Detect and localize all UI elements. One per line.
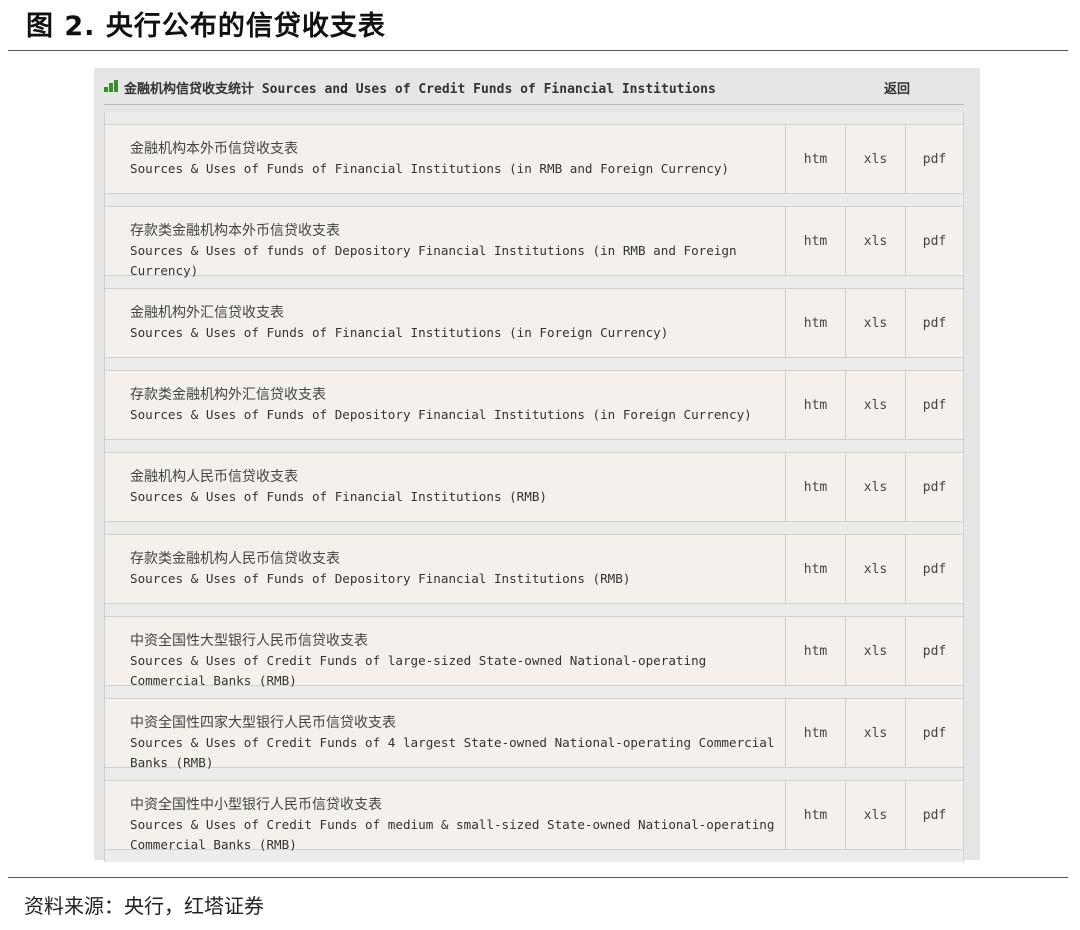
report-title-cn: 金融机构本外币信贷收支表	[130, 141, 298, 157]
report-description: 存款类金融机构外汇信贷收支表 Sources & Uses of Funds o…	[105, 371, 785, 439]
table-row: 金融机构本外币信贷收支表 Sources & Uses of Funds of …	[104, 124, 964, 194]
xls-link[interactable]: xls	[845, 781, 905, 849]
report-title-en: Sources & Uses of Funds of Depository Fi…	[130, 571, 631, 586]
table-row: 中资全国性大型银行人民币信贷收支表 Sources & Uses of Cred…	[104, 616, 964, 688]
table-row: 存款类金融机构外汇信贷收支表 Sources & Uses of Funds o…	[104, 370, 964, 440]
pdf-link[interactable]: pdf	[905, 289, 963, 357]
report-title-en: Sources & Uses of Funds of Financial Ins…	[130, 161, 729, 176]
report-title-en: Sources & Uses of Credit Funds of large-…	[130, 653, 707, 688]
pdf-link[interactable]: pdf	[905, 371, 963, 439]
htm-link[interactable]: htm	[785, 289, 845, 357]
row-gap	[104, 112, 964, 124]
panel-header: 金融机构信贷收支统计 Sources and Uses of Credit Fu…	[104, 68, 964, 105]
report-title-cn: 存款类金融机构本外币信贷收支表	[130, 223, 340, 239]
panel-title: 金融机构信贷收支统计 Sources and Uses of Credit Fu…	[124, 82, 716, 97]
row-gap	[104, 522, 964, 534]
report-title-cn: 中资全国性大型银行人民币信贷收支表	[130, 633, 368, 649]
report-title-en: Sources & Uses of funds of Depository Fi…	[130, 243, 737, 278]
report-title-en: Sources & Uses of Credit Funds of medium…	[130, 817, 775, 852]
report-description: 中资全国性中小型银行人民币信贷收支表 Sources & Uses of Cre…	[105, 781, 785, 852]
table-row: 中资全国性四家大型银行人民币信贷收支表 Sources & Uses of Cr…	[104, 698, 964, 770]
pdf-link[interactable]: pdf	[905, 207, 963, 275]
row-gap	[104, 604, 964, 616]
xls-link[interactable]: xls	[845, 617, 905, 685]
bar-chart-icon	[104, 80, 118, 92]
htm-link[interactable]: htm	[785, 125, 845, 193]
xls-link[interactable]: xls	[845, 207, 905, 275]
report-title-cn: 存款类金融机构外汇信贷收支表	[130, 387, 326, 403]
row-gap	[104, 194, 964, 206]
report-title-cn: 金融机构外汇信贷收支表	[130, 305, 284, 321]
report-title-cn: 金融机构人民币信贷收支表	[130, 469, 298, 485]
report-description: 中资全国性四家大型银行人民币信贷收支表 Sources & Uses of Cr…	[105, 699, 785, 770]
xls-link[interactable]: xls	[845, 535, 905, 603]
table-row: 中资全国性中小型银行人民币信贷收支表 Sources & Uses of Cre…	[104, 780, 964, 852]
report-description: 金融机构外汇信贷收支表 Sources & Uses of Funds of F…	[105, 289, 785, 357]
report-title-en: Sources & Uses of Funds of Depository Fi…	[130, 407, 752, 422]
xls-link[interactable]: xls	[845, 699, 905, 767]
pdf-link[interactable]: pdf	[905, 125, 963, 193]
row-gap	[104, 358, 964, 370]
htm-link[interactable]: htm	[785, 207, 845, 275]
report-title-en: Sources & Uses of Funds of Financial Ins…	[130, 489, 548, 504]
credit-stats-panel: 金融机构信贷收支统计 Sources and Uses of Credit Fu…	[94, 68, 980, 862]
htm-link[interactable]: htm	[785, 535, 845, 603]
report-description: 中资全国性大型银行人民币信贷收支表 Sources & Uses of Cred…	[105, 617, 785, 688]
table-row: 存款类金融机构本外币信贷收支表 Sources & Uses of funds …	[104, 206, 964, 278]
report-title-en: Sources & Uses of Credit Funds of 4 larg…	[130, 735, 775, 770]
report-title-cn: 中资全国性中小型银行人民币信贷收支表	[130, 797, 382, 813]
report-description: 金融机构本外币信贷收支表 Sources & Uses of Funds of …	[105, 125, 785, 193]
htm-link[interactable]: htm	[785, 453, 845, 521]
pdf-link[interactable]: pdf	[905, 617, 963, 685]
report-description: 金融机构人民币信贷收支表 Sources & Uses of Funds of …	[105, 453, 785, 521]
report-description: 存款类金融机构本外币信贷收支表 Sources & Uses of funds …	[105, 207, 785, 278]
xls-link[interactable]: xls	[845, 289, 905, 357]
table-row: 金融机构人民币信贷收支表 Sources & Uses of Funds of …	[104, 452, 964, 522]
report-title-en: Sources & Uses of Funds of Financial Ins…	[130, 325, 669, 340]
pdf-link[interactable]: pdf	[905, 781, 963, 849]
figure-title: 图 2. 央行公布的信贷收支表	[26, 11, 386, 42]
htm-link[interactable]: htm	[785, 371, 845, 439]
xls-link[interactable]: xls	[845, 453, 905, 521]
xls-link[interactable]: xls	[845, 125, 905, 193]
report-title-cn: 存款类金融机构人民币信贷收支表	[130, 551, 340, 567]
back-link[interactable]: 返回	[884, 78, 910, 97]
htm-link[interactable]: htm	[785, 699, 845, 767]
bottom-divider	[8, 877, 1068, 878]
pdf-link[interactable]: pdf	[905, 535, 963, 603]
row-gap	[104, 440, 964, 452]
xls-link[interactable]: xls	[845, 371, 905, 439]
report-description: 存款类金融机构人民币信贷收支表 Sources & Uses of Funds …	[105, 535, 785, 603]
report-title-cn: 中资全国性四家大型银行人民币信贷收支表	[130, 715, 396, 731]
htm-link[interactable]: htm	[785, 781, 845, 849]
table-row: 存款类金融机构人民币信贷收支表 Sources & Uses of Funds …	[104, 534, 964, 604]
source-note: 资料来源：央行，红塔证券	[24, 894, 264, 918]
pdf-link[interactable]: pdf	[905, 453, 963, 521]
table-row: 金融机构外汇信贷收支表 Sources & Uses of Funds of F…	[104, 288, 964, 358]
report-list: 金融机构本外币信贷收支表 Sources & Uses of Funds of …	[104, 112, 964, 862]
htm-link[interactable]: htm	[785, 617, 845, 685]
top-divider	[8, 50, 1068, 51]
pdf-link[interactable]: pdf	[905, 699, 963, 767]
